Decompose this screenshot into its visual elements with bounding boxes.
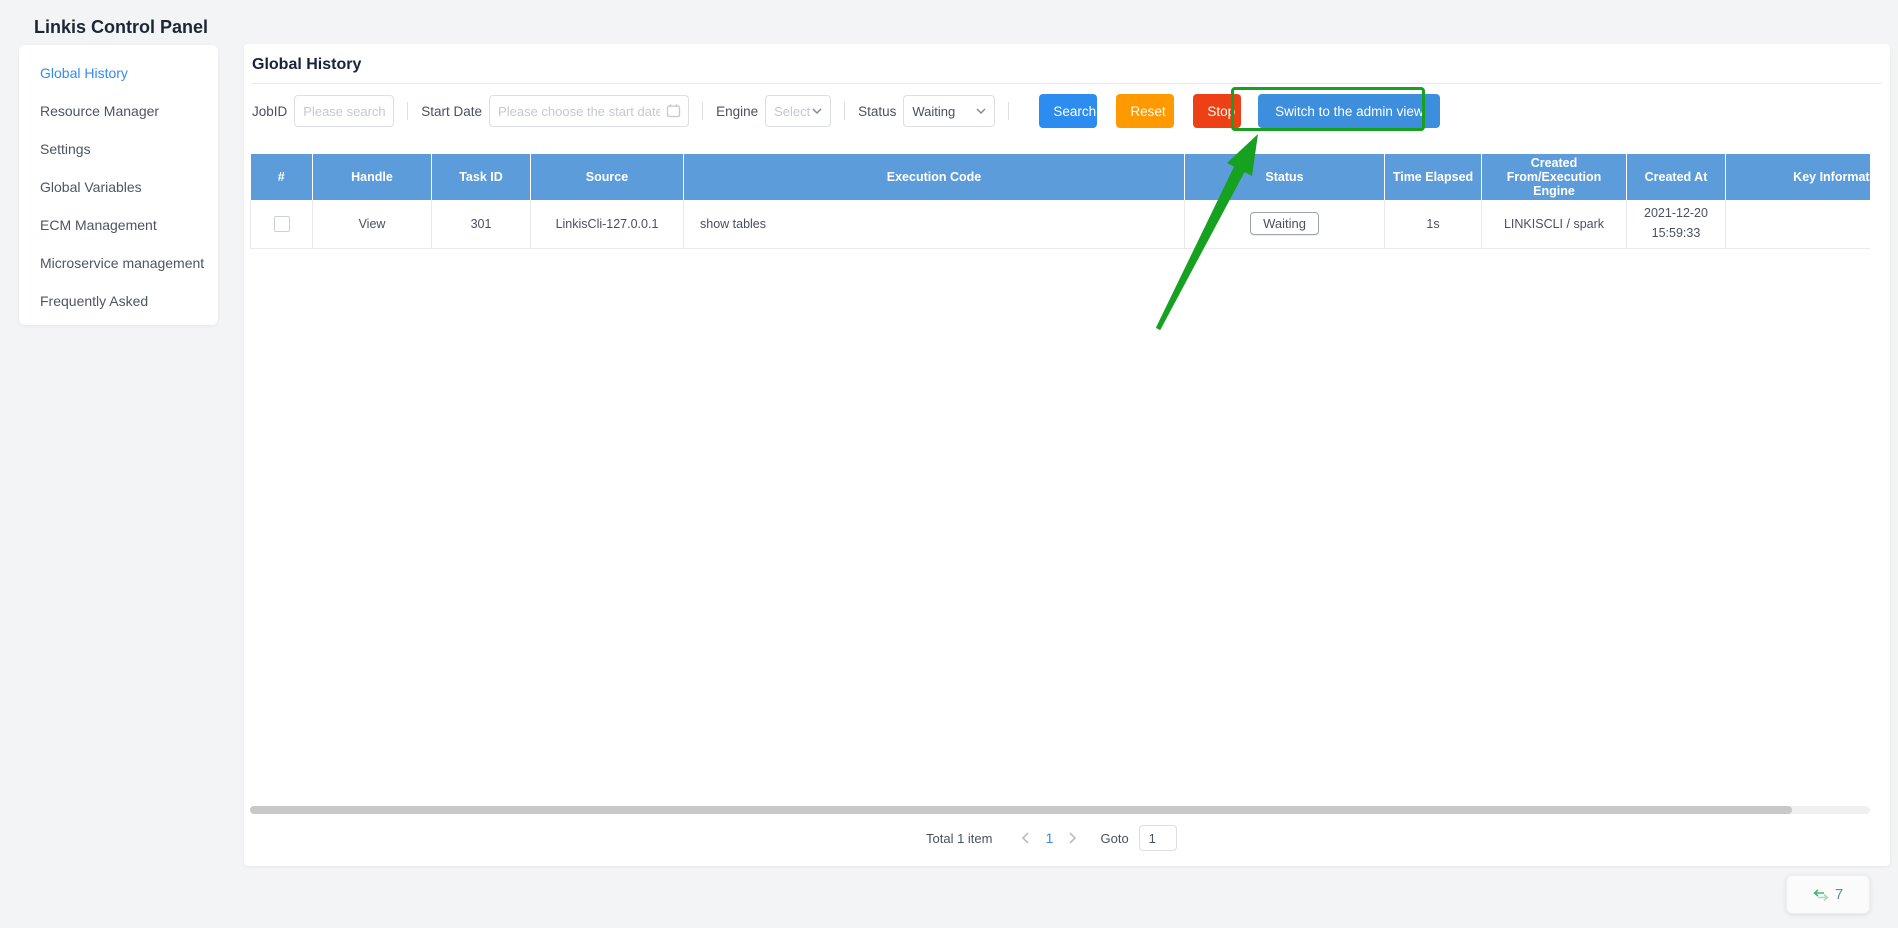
horizontal-scrollbar-track <box>250 806 1870 814</box>
chevron-left-icon <box>1021 832 1029 844</box>
sidebar-item-ecm-management[interactable]: ECM Management <box>19 206 218 244</box>
col-header-time-elapsed: Time Elapsed <box>1385 154 1482 200</box>
pagination: Total 1 item 1 Goto <box>926 824 1177 852</box>
engine-select[interactable]: Select <box>765 95 831 127</box>
engine-select-value: Select <box>774 104 810 119</box>
sidebar-item-frequently-asked[interactable]: Frequently Asked <box>19 282 218 320</box>
filter-bar: JobID Start Date Engine Select Status Wa… <box>252 94 1440 128</box>
pagination-total: Total 1 item <box>926 831 992 846</box>
reset-button[interactable]: Reset <box>1116 94 1174 128</box>
col-header-task-id: Task ID <box>432 154 531 200</box>
start-date-field[interactable] <box>489 95 689 127</box>
title-divider <box>252 83 1882 84</box>
start-date-label: Start Date <box>421 104 482 119</box>
pagination-page-1[interactable]: 1 <box>1036 831 1062 846</box>
history-table: # Handle Task ID Source Execution Code S… <box>250 154 1870 249</box>
filter-divider <box>702 102 703 120</box>
search-button[interactable]: Search <box>1039 94 1097 128</box>
sidebar-item-microservice-management[interactable]: Microservice management <box>19 244 218 282</box>
col-header-key-information: Key Information <box>1726 154 1871 200</box>
pagination-next-button[interactable] <box>1062 827 1084 849</box>
start-date-input[interactable] <box>489 95 689 127</box>
switch-admin-view-button[interactable]: Switch to the admin view <box>1258 94 1440 128</box>
row-key-information <box>1726 200 1871 248</box>
row-execution-code: show tables <box>684 200 1185 248</box>
row-source: LinkisCli-127.0.0.1 <box>531 200 684 248</box>
col-header-created-from: Created From/Execution Engine <box>1482 154 1627 200</box>
table-row: View 301 LinkisCli-127.0.0.1 show tables… <box>251 200 1871 248</box>
chevron-down-icon <box>812 108 822 114</box>
status-label: Status <box>858 104 896 119</box>
row-created-from: LINKISCLI / spark <box>1482 200 1627 248</box>
status-badge: Waiting <box>1250 212 1319 235</box>
col-header-execution-code: Execution Code <box>684 154 1185 200</box>
swap-arrows-icon <box>1813 889 1829 901</box>
chevron-down-icon <box>976 108 986 114</box>
page-title: Global History <box>252 56 361 74</box>
col-header-index: # <box>251 154 313 200</box>
col-header-created-at: Created At <box>1627 154 1726 200</box>
row-checkbox[interactable] <box>274 216 290 232</box>
row-handle-view-link[interactable]: View <box>359 217 386 231</box>
sidebar: Global History Resource Manager Settings… <box>19 45 218 325</box>
col-header-handle: Handle <box>313 154 432 200</box>
horizontal-scrollbar-thumb[interactable] <box>250 806 1792 814</box>
sidebar-item-global-history[interactable]: Global History <box>19 54 218 92</box>
app-title: Linkis Control Panel <box>34 17 208 38</box>
created-at-time: 15:59:33 <box>1631 224 1721 243</box>
sidebar-item-settings[interactable]: Settings <box>19 130 218 168</box>
row-created-at: 2021-12-20 15:59:33 <box>1627 200 1726 248</box>
filter-divider <box>407 102 408 120</box>
col-header-source: Source <box>531 154 684 200</box>
sidebar-item-resource-manager[interactable]: Resource Manager <box>19 92 218 130</box>
col-header-status: Status <box>1185 154 1385 200</box>
filter-divider <box>844 102 845 120</box>
goto-label: Goto <box>1100 831 1128 846</box>
row-task-id: 301 <box>432 200 531 248</box>
engine-label: Engine <box>716 104 758 119</box>
history-table-viewport: # Handle Task ID Source Execution Code S… <box>250 154 1870 250</box>
sidebar-item-global-variables[interactable]: Global Variables <box>19 168 218 206</box>
row-time-elapsed: 1s <box>1385 200 1482 248</box>
chevron-right-icon <box>1069 832 1077 844</box>
filter-divider <box>1008 102 1009 120</box>
floating-counter-value: 7 <box>1835 886 1843 903</box>
status-select[interactable]: Waiting <box>903 95 995 127</box>
jobid-input[interactable] <box>294 95 394 127</box>
floating-counter-widget[interactable]: 7 <box>1786 875 1870 914</box>
status-select-value: Waiting <box>912 104 955 119</box>
table-header-row: # Handle Task ID Source Execution Code S… <box>251 154 1871 200</box>
created-at-date: 2021-12-20 <box>1631 204 1721 223</box>
main-panel: Global History JobID Start Date Engine S… <box>244 44 1890 866</box>
jobid-label: JobID <box>252 104 287 119</box>
stop-button[interactable]: Stop <box>1193 94 1241 128</box>
pagination-prev-button[interactable] <box>1014 827 1036 849</box>
goto-page-input[interactable] <box>1139 825 1177 851</box>
